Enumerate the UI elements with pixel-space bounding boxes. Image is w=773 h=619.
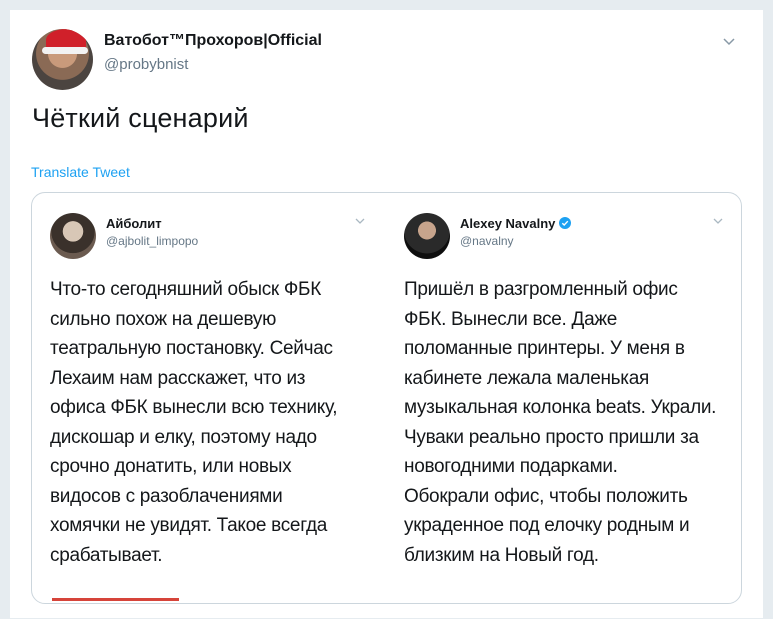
chevron-down-icon (712, 215, 724, 230)
text-line: Пришёл в разгромленный офис (404, 279, 678, 300)
text-line: офиса ФБК вынесли всю технику, (50, 397, 338, 418)
text-line: хомячки не увидят. Такое всегда (50, 515, 328, 536)
embedded-tweet-text: Что-то сегодняшний обыск ФБК сильно похо… (50, 275, 380, 570)
text-line: Чуваки реально просто пришли за (404, 426, 699, 448)
author-name[interactable]: Ватобот™Прохоров|Official (104, 32, 322, 50)
embedded-author-handle: @navalny (460, 234, 514, 248)
author-handle[interactable]: @probybnist (104, 56, 188, 73)
text-line: поломанные принтеры. У меня в (404, 338, 685, 359)
text-line: Лехаим нам расскажет, что из (50, 367, 306, 389)
text-line: сильно похож на дешевую (50, 308, 277, 330)
text-line: дискошар и елку, поэтому надо (50, 426, 317, 448)
chevron-down-icon[interactable] (722, 34, 736, 48)
santa-hat-brim (42, 47, 88, 54)
text-line: видосов с разоблачениями (50, 485, 283, 507)
aibolit-avatar (50, 213, 96, 259)
translate-tweet-link[interactable]: Translate Tweet (31, 164, 130, 180)
tweet-text: Чёткий сценарий (32, 103, 249, 133)
red-underline-decoration (52, 598, 179, 601)
text-line: срабатывает. (50, 544, 163, 566)
embedded-tweet-text: Пришёл в разгромленный офис ФБК. Вынесли… (404, 275, 734, 570)
text-line: срочно донатить, или новых (50, 456, 292, 477)
embedded-author-handle: @ajbolit_limpopo (106, 234, 199, 248)
text-line: ФБК. Вынесли все. Даже (404, 308, 618, 330)
navalny-avatar (404, 213, 450, 259)
text-line: кабинете лежала маленькая (404, 367, 649, 389)
text-line: театральную постановку. Сейчас (50, 338, 333, 359)
text-line: музыкальная колонка beats. Украли. (404, 397, 717, 418)
author-avatar[interactable] (32, 29, 93, 90)
text-line: украденное под елочку родным и (404, 515, 690, 536)
tweet-card: Ватобот™Прохоров|Official @probybnist Чё… (9, 9, 764, 619)
embedded-author-name: Alexey Navalny (460, 216, 572, 231)
verified-badge-icon (559, 217, 572, 229)
embedded-tweet-navalny: Alexey Navalny @navalny Пришёл в разгром… (386, 193, 741, 603)
tweet-media-image[interactable]: Айболит @ajbolit_limpopo Что-то сегодняш… (31, 192, 742, 604)
text-line: близким на Новый год. (404, 544, 599, 566)
embedded-author-name: Айболит (106, 216, 162, 231)
embedded-author-name-text: Alexey Navalny (460, 216, 556, 231)
text-line: Обокрали офис, чтобы положить (404, 485, 688, 507)
chevron-down-icon (354, 215, 366, 230)
text-line: новогодними подарками. (404, 456, 618, 477)
embedded-tweet-aibolit: Айболит @ajbolit_limpopo Что-то сегодняш… (32, 193, 386, 603)
text-line: Что-то сегодняшний обыск ФБК (50, 279, 321, 300)
